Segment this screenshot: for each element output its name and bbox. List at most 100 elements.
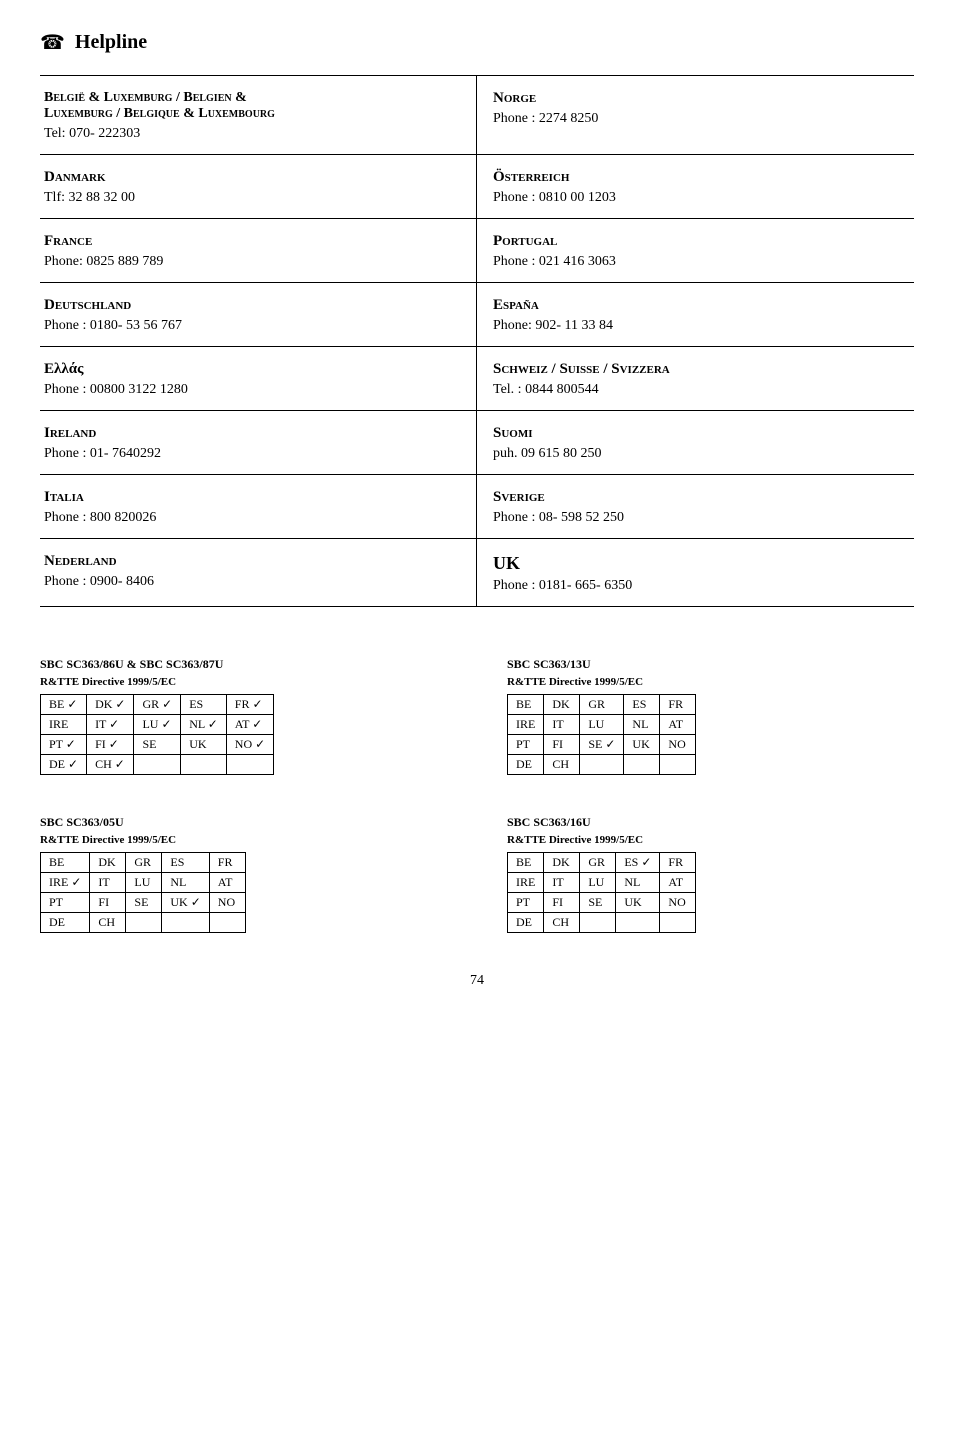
compliance-title: SBC SC363/13U <box>507 657 914 672</box>
phone-number: Phone : 0180- 53 56 767 <box>44 318 466 334</box>
phone-number: Phone : 0900- 8406 <box>44 574 466 590</box>
table-cell: IRE ✓ <box>41 873 90 893</box>
table-cell: PT <box>508 735 544 755</box>
phone-number: Phone : 08- 598 52 250 <box>493 510 904 526</box>
table-row: DECH <box>508 755 696 775</box>
table-row: PTFISE ✓UKNO <box>508 735 696 755</box>
phone-number: Phone : 01- 7640292 <box>44 446 466 462</box>
table-cell: SE ✓ <box>580 735 624 755</box>
table-cell: SE <box>580 893 616 913</box>
compliance-table: BEDKGRESFRIRE ✓ITLUNLATPTFISEUK ✓NODECH <box>40 852 246 933</box>
table-cell: FR <box>660 695 696 715</box>
table-cell: ES <box>624 695 660 715</box>
helpline-cell-right: Schweiz / Suisse / SvizzeraTel. : 0844 8… <box>477 347 914 410</box>
helpline-cell-right: Sverige Phone : 08- 598 52 250 <box>477 475 914 538</box>
table-cell: DE <box>508 755 544 775</box>
table-row: IREITLUNLAT <box>508 715 696 735</box>
table-cell <box>580 913 616 933</box>
compliance-table: BEDKGRES ✓FRIREITLUNLATPTFISEUKNODECH <box>507 852 696 933</box>
table-cell <box>660 913 696 933</box>
table-cell: DE <box>508 913 544 933</box>
table-cell: LU <box>580 715 624 735</box>
table-row: IRE ✓ITLUNLAT <box>41 873 246 893</box>
helpline-row: DanmarkTlf: 32 88 32 00ÖsterreichPhone :… <box>40 155 914 219</box>
table-cell: NO <box>660 893 696 913</box>
helpline-cell-right: UKPhone : 0181- 665- 6350 <box>477 539 914 606</box>
table-cell: IT <box>90 873 126 893</box>
compliance-block: SBC SC363/05U R&TTE Directive 1999/5/EC BE… <box>40 815 447 933</box>
country-name: España <box>493 297 904 314</box>
helpline-cell-left: FrancePhone: 0825 889 789 <box>40 219 477 282</box>
table-row: PTFISEUKNO <box>508 893 696 913</box>
table-cell: GR <box>126 853 162 873</box>
phone-number: Tel: 070- 222303 <box>44 126 466 142</box>
helpline-cell-left: ItaliaPhone : 800 820026 <box>40 475 477 538</box>
helpline-cell-left: Ireland Phone : 01- 7640292 <box>40 411 477 474</box>
table-cell <box>126 913 162 933</box>
table-cell: DK <box>90 853 126 873</box>
table-cell: BE ✓ <box>41 695 87 715</box>
table-cell: GR <box>580 853 616 873</box>
table-cell: NL ✓ <box>181 715 227 735</box>
table-row: IREITLUNLAT <box>508 873 696 893</box>
table-cell: CH <box>544 755 580 775</box>
table-cell: DK <box>544 853 580 873</box>
table-cell: UK <box>181 735 227 755</box>
table-cell: NO ✓ <box>226 735 273 755</box>
table-cell: IT ✓ <box>87 715 134 735</box>
table-cell: AT <box>209 873 245 893</box>
phone-number: Phone: 902- 11 33 84 <box>493 318 904 334</box>
table-cell: UK <box>624 735 660 755</box>
table-cell: AT <box>660 715 696 735</box>
page-number: 74 <box>40 973 914 989</box>
helpline-row: ΕλλάςPhone : 00800 3122 1280Schweiz / Su… <box>40 347 914 411</box>
table-cell <box>624 755 660 775</box>
table-cell: FR ✓ <box>226 695 273 715</box>
table-cell: SE <box>134 735 181 755</box>
table-cell: DE ✓ <box>41 755 87 775</box>
compliance-title: SBC SC363/86U & SBC SC363/87U <box>40 657 447 672</box>
compliance-title: SBC SC363/05U <box>40 815 447 830</box>
country-name: Italia <box>44 489 466 506</box>
table-cell: CH ✓ <box>87 755 134 775</box>
compliance-block: SBC SC363/16UR&TTE Directive 1999/5/ECBE… <box>507 815 914 933</box>
table-cell: ES <box>162 853 209 873</box>
table-row: PT ✓FI ✓SEUKNO ✓ <box>41 735 274 755</box>
compliance-table: BEDKGRESFRIREITLUNLATPTFISE ✓UKNODECH <box>507 694 696 775</box>
phone-number: Phone : 00800 3122 1280 <box>44 382 466 398</box>
helpline-row: NederlandPhone : 0900- 8406UKPhone : 018… <box>40 539 914 607</box>
table-cell: CH <box>90 913 126 933</box>
country-name: Österreich <box>493 169 904 186</box>
table-row: DECH <box>508 913 696 933</box>
table-cell: DK ✓ <box>87 695 134 715</box>
phone-number: Phone : 0181- 665- 6350 <box>493 578 904 594</box>
table-row: IREIT ✓LU ✓NL ✓AT ✓ <box>41 715 274 735</box>
helpline-row: ItaliaPhone : 800 820026 Sverige Phone : 0… <box>40 475 914 539</box>
helpline-cell-right: España Phone: 902- 11 33 84 <box>477 283 914 346</box>
directive-label: R&TTE Directive 1999/5/EC <box>40 834 447 846</box>
table-cell <box>209 913 245 933</box>
helpline-cell-right: Suomipuh. 09 615 80 250 <box>477 411 914 474</box>
country-name: Ireland <box>44 425 466 442</box>
table-cell: GR ✓ <box>134 695 181 715</box>
table-cell: NL <box>616 873 660 893</box>
phone-number: Tel. : 0844 800544 <box>493 382 904 398</box>
table-cell <box>226 755 273 775</box>
helpline-cell-right: NorgePhone : 2274 8250 <box>477 76 914 154</box>
helpline-cell-left: ΕλλάςPhone : 00800 3122 1280 <box>40 347 477 410</box>
table-cell <box>616 913 660 933</box>
helpline-cell-left: NederlandPhone : 0900- 8406 <box>40 539 477 606</box>
table-row: DE ✓CH ✓ <box>41 755 274 775</box>
table-cell: NL <box>162 873 209 893</box>
table-row: DECH <box>41 913 246 933</box>
table-cell: LU <box>126 873 162 893</box>
table-row: BE ✓DK ✓GR ✓ESFR ✓ <box>41 695 274 715</box>
table-cell: CH <box>544 913 580 933</box>
helpline-cell-left: DanmarkTlf: 32 88 32 00 <box>40 155 477 218</box>
helpline-row: België & Luxemburg / Belgien &Luxemburg … <box>40 76 914 155</box>
country-name: Sverige <box>493 489 904 506</box>
table-cell: DE <box>41 913 90 933</box>
table-cell: UK <box>616 893 660 913</box>
table-cell: ES ✓ <box>616 853 660 873</box>
table-cell: BE <box>41 853 90 873</box>
